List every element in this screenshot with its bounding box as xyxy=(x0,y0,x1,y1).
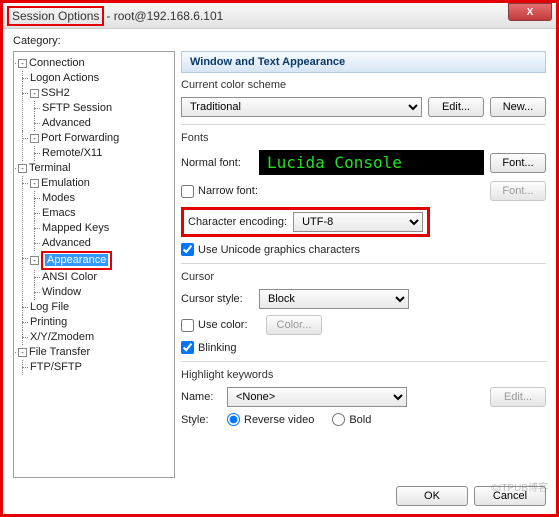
tree-xyzmodem[interactable]: X/Y/Zmodem xyxy=(30,331,94,343)
cursor-style-select[interactable]: Block xyxy=(259,289,409,309)
hk-bold-radio[interactable] xyxy=(332,413,345,426)
tree-filetransfer[interactable]: File Transfer xyxy=(29,346,90,358)
font-button[interactable]: Font... xyxy=(490,153,546,173)
tree-printing[interactable]: Printing xyxy=(30,316,67,328)
scheme-new-button[interactable]: New... xyxy=(490,97,546,117)
titlebar: Session Options - root@192.168.6.101 X xyxy=(3,3,556,29)
close-button[interactable]: X xyxy=(508,3,552,21)
fonts-group-label: Fonts xyxy=(181,132,546,144)
window-title-suffix: - root@192.168.6.101 xyxy=(104,9,223,23)
use-color-checkbox[interactable] xyxy=(181,319,194,332)
cancel-button[interactable]: Cancel xyxy=(474,486,546,506)
scheme-edit-button[interactable]: Edit... xyxy=(428,97,484,117)
cursor-group-label: Cursor xyxy=(181,271,546,283)
unicode-chk-label: Use Unicode graphics characters xyxy=(198,244,360,256)
tree-appearance[interactable]: Appearance xyxy=(45,254,108,266)
hk-edit-button: Edit... xyxy=(490,387,546,407)
tree-emacs[interactable]: Emacs xyxy=(42,207,76,219)
tree-sftp[interactable]: SFTP Session xyxy=(42,102,112,114)
toggle-icon[interactable]: - xyxy=(30,134,39,143)
tree-logfile[interactable]: Log File xyxy=(30,301,69,313)
tree-portfwd[interactable]: Port Forwarding xyxy=(41,132,119,144)
hk-rv-label: Reverse video xyxy=(244,414,314,426)
scheme-group-label: Current color scheme xyxy=(181,79,546,91)
toggle-icon[interactable]: - xyxy=(30,89,39,98)
hk-rv-radio[interactable] xyxy=(227,413,240,426)
blinking-label: Blinking xyxy=(198,342,237,354)
scheme-select[interactable]: Traditional xyxy=(181,97,422,117)
unicode-chk[interactable] xyxy=(181,243,194,256)
toggle-icon[interactable]: - xyxy=(30,256,39,265)
encoding-highlight: Character encoding: UTF-8 xyxy=(181,207,430,237)
encoding-select[interactable]: UTF-8 xyxy=(293,212,423,232)
blinking-checkbox[interactable] xyxy=(181,341,194,354)
tree-terminal[interactable]: Terminal xyxy=(29,162,71,174)
cursor-style-label: Cursor style: xyxy=(181,293,253,305)
tree-remotex[interactable]: Remote/X11 xyxy=(42,147,102,159)
color-button: Color... xyxy=(266,315,323,335)
tree-emulation[interactable]: Emulation xyxy=(41,177,90,189)
tree-advanced[interactable]: Advanced xyxy=(42,237,91,249)
hk-group-label: Highlight keywords xyxy=(181,369,546,381)
encoding-label: Character encoding: xyxy=(188,216,287,228)
window-title: Session Options xyxy=(7,6,104,26)
tree-ftpsftp[interactable]: FTP/SFTP xyxy=(30,361,82,373)
hk-bold-label: Bold xyxy=(349,414,371,426)
ok-button[interactable]: OK xyxy=(396,486,468,506)
toggle-icon[interactable]: - xyxy=(30,179,39,188)
normal-font-label: Normal font: xyxy=(181,157,253,169)
hk-style-label: Style: xyxy=(181,414,221,426)
narrow-font-label: Narrow font: xyxy=(198,185,258,197)
use-color-label: Use color: xyxy=(198,319,248,331)
font-preview: Lucida Console xyxy=(259,150,484,175)
toggle-icon[interactable]: - xyxy=(18,164,27,173)
tree-logon[interactable]: Logon Actions xyxy=(30,72,99,84)
category-label: Category: xyxy=(13,35,546,47)
category-tree[interactable]: -Connection Logon Actions -SSH2 SFTP Ses… xyxy=(13,51,175,478)
tree-mapped[interactable]: Mapped Keys xyxy=(42,222,109,234)
toggle-icon[interactable]: - xyxy=(18,348,27,357)
tree-connection[interactable]: Connection xyxy=(29,57,85,69)
tree-advanced[interactable]: Advanced xyxy=(42,117,91,129)
close-icon: X xyxy=(527,7,534,18)
narrow-font-button: Font... xyxy=(490,181,546,201)
tree-modes[interactable]: Modes xyxy=(42,192,75,204)
toggle-icon[interactable]: - xyxy=(18,59,27,68)
tree-ansi[interactable]: ANSI Color xyxy=(42,271,97,283)
narrow-font-checkbox[interactable] xyxy=(181,185,194,198)
tree-ssh2[interactable]: SSH2 xyxy=(41,87,70,99)
tree-window[interactable]: Window xyxy=(42,286,81,298)
hk-name-label: Name: xyxy=(181,391,221,403)
panel-header: Window and Text Appearance xyxy=(181,51,546,73)
hk-name-select[interactable]: <None> xyxy=(227,387,407,407)
